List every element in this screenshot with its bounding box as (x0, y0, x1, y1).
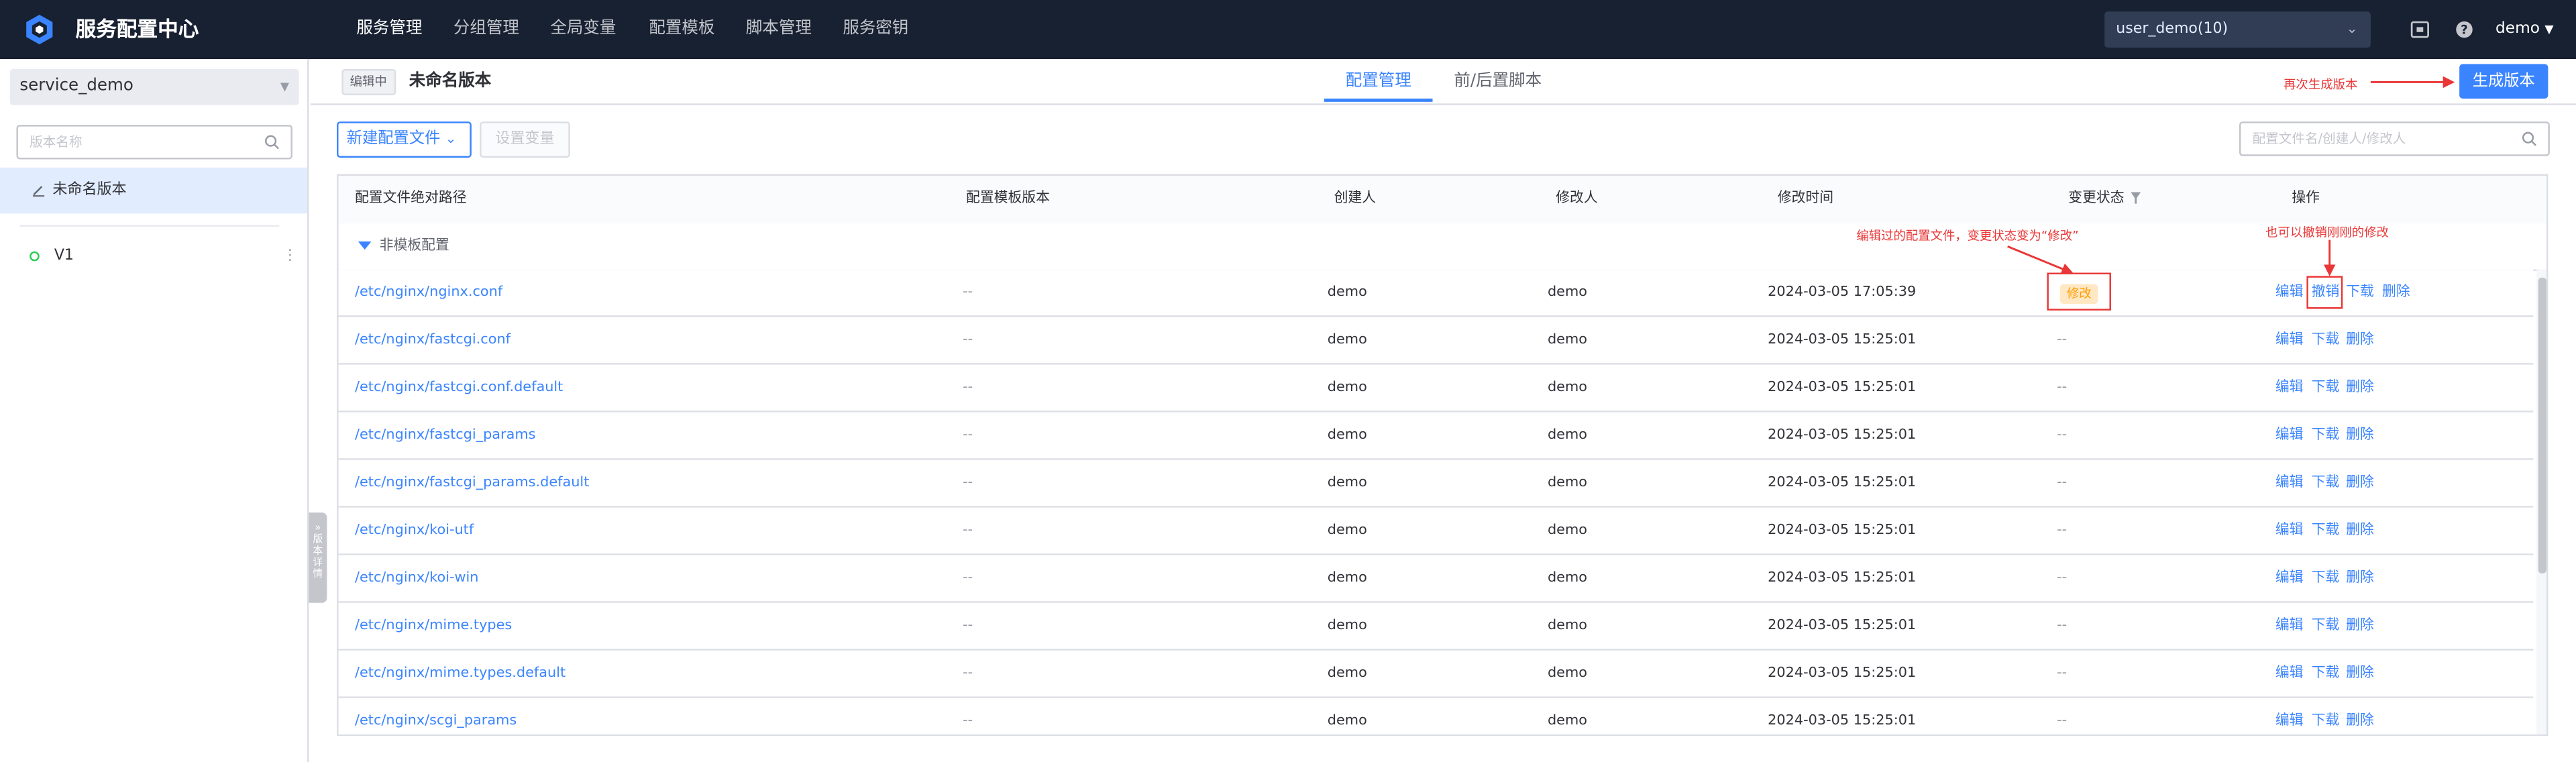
annotation-arrows (2007, 76, 2455, 276)
app-root: 服务配置中心 服务管理 分组管理 全局变量 配置模板 脚本管理 服务密钥 use… (0, 0, 2576, 762)
arrow-status (2007, 245, 2074, 275)
